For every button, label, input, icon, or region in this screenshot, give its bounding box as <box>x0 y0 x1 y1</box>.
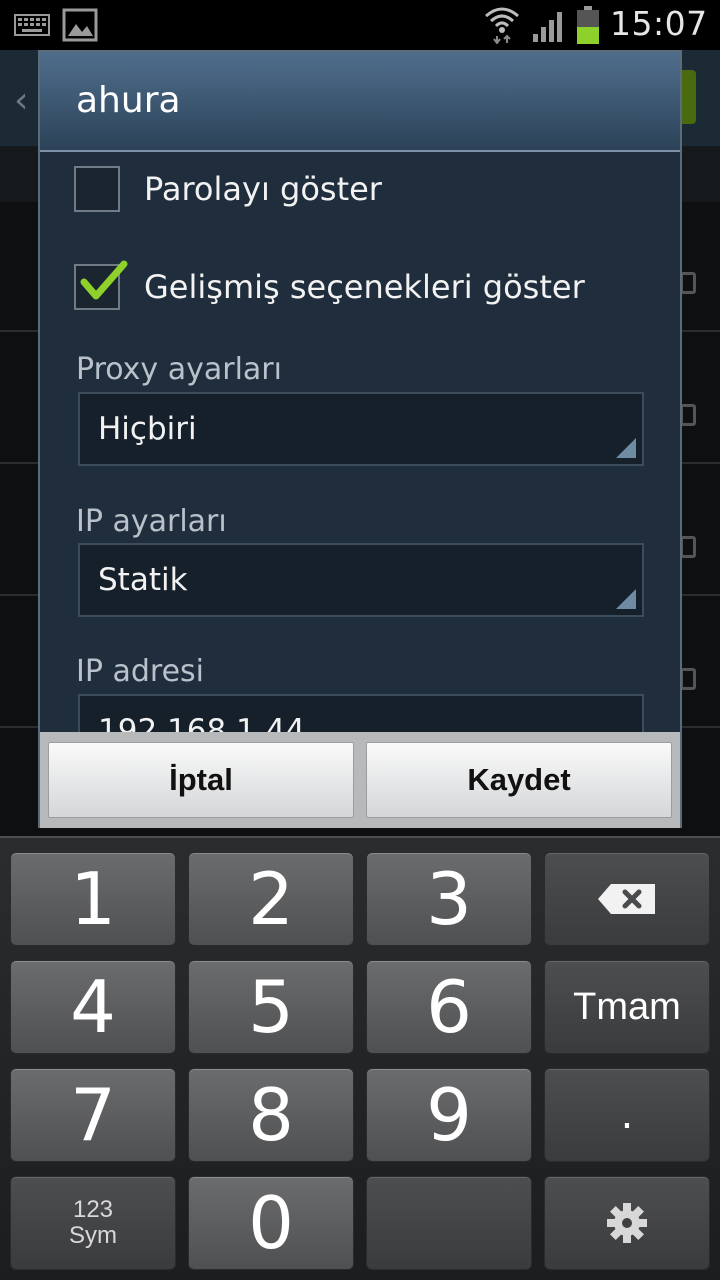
lock-icon <box>680 668 696 690</box>
back-chevron-icon: ‹ <box>14 80 29 121</box>
key-0[interactable]: 0 <box>188 1176 354 1270</box>
show-password-label: Parolayı göster <box>144 170 382 208</box>
ip-settings-value: Statik <box>98 562 188 598</box>
symbols-key-label: 123 Sym <box>69 1197 117 1249</box>
dialog-title: ahura <box>76 80 181 121</box>
key-2[interactable]: 2 <box>188 852 354 946</box>
keyboard-icon <box>14 14 50 36</box>
key-9[interactable]: 9 <box>366 1068 532 1162</box>
key-3[interactable]: 3 <box>366 852 532 946</box>
ip-address-label: IP adresi <box>76 654 204 689</box>
ip-address-value: 192.168.1.44 <box>98 713 306 732</box>
key-7[interactable]: 7 <box>10 1068 176 1162</box>
show-advanced-checkbox[interactable] <box>74 260 128 310</box>
done-key-label: Tmam <box>573 985 681 1028</box>
key-8[interactable]: 8 <box>188 1068 354 1162</box>
dialog-body[interactable]: Parolayı göster Gelişmiş seçenekleri gös… <box>40 152 680 732</box>
save-button[interactable]: Kaydet <box>366 742 672 818</box>
key-1[interactable]: 1 <box>10 852 176 946</box>
lock-icon <box>680 536 696 558</box>
wifi-icon <box>485 7 519 44</box>
lock-icon <box>680 404 696 426</box>
key-4[interactable]: 4 <box>10 960 176 1054</box>
show-password-checkbox[interactable] <box>74 166 120 212</box>
symbols-key-bottom: Sym <box>69 1222 117 1249</box>
symbols-key-top: 123 <box>72 1196 114 1223</box>
lock-icon <box>680 272 696 294</box>
dot-key[interactable]: . <box>544 1068 710 1162</box>
numeric-keyboard: 1 2 3 4 5 6 Tmam 7 8 9 . 123 Sym 0 <box>0 836 720 1280</box>
wifi-network-dialog: ahura Parolayı göster Gelişmiş seçenekle… <box>38 50 682 828</box>
show-advanced-row[interactable]: Gelişmiş seçenekleri göster <box>74 260 634 312</box>
proxy-label: Proxy ayarları <box>76 352 282 387</box>
ip-settings-label: IP ayarları <box>76 504 227 539</box>
clock: 15:07 <box>610 4 708 43</box>
show-advanced-label: Gelişmiş seçenekleri göster <box>144 268 585 306</box>
settings-key[interactable] <box>544 1176 710 1270</box>
battery-icon <box>577 6 599 44</box>
dialog-title-bar: ahura <box>40 52 680 152</box>
signal-icon <box>533 12 562 42</box>
backspace-key[interactable] <box>544 852 710 946</box>
key-5[interactable]: 5 <box>188 960 354 1054</box>
checkmark-icon <box>80 260 128 300</box>
gear-icon <box>607 1203 647 1243</box>
space-key[interactable] <box>366 1176 532 1270</box>
proxy-spinner[interactable]: Hiçbiri <box>78 392 644 466</box>
dialog-button-bar: İptal Kaydet <box>40 732 680 828</box>
dropdown-corner-icon <box>616 589 636 609</box>
symbols-key[interactable]: 123 Sym <box>10 1176 176 1270</box>
proxy-value: Hiçbiri <box>98 411 197 447</box>
done-key[interactable]: Tmam <box>544 960 710 1054</box>
dot-key-label: . <box>620 1092 634 1138</box>
image-icon <box>62 8 98 42</box>
ip-settings-spinner[interactable]: Statik <box>78 543 644 617</box>
ip-address-input[interactable]: 192.168.1.44 <box>78 694 644 732</box>
status-bar: 15:07 <box>0 0 720 50</box>
key-6[interactable]: 6 <box>366 960 532 1054</box>
show-password-row[interactable]: Parolayı göster <box>74 166 634 214</box>
dropdown-corner-icon <box>616 438 636 458</box>
cancel-button[interactable]: İptal <box>48 742 354 818</box>
backspace-icon <box>598 884 655 914</box>
